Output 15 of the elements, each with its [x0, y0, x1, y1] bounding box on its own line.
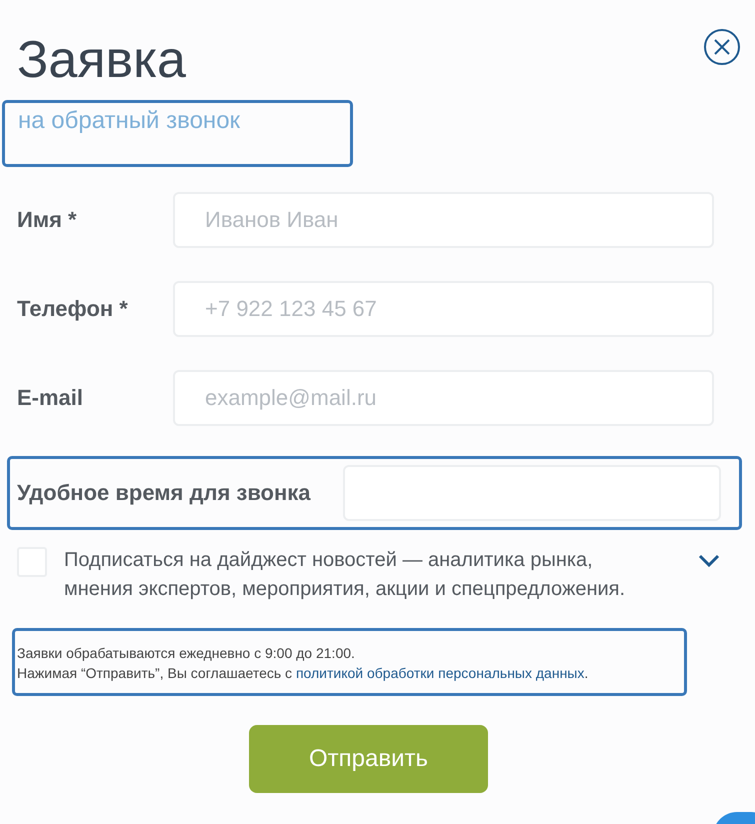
field-label: Телефон *	[17, 295, 129, 323]
privacy-policy-link[interactable]: политикой обработки персональных данных	[296, 665, 584, 681]
consent-text: Нажимая “Отправить”, Вы соглашаетесь с политикой обработки персональных данных.	[17, 664, 590, 683]
form-title: Заявка	[17, 30, 186, 91]
notice-text: Заявки обрабатываются ежедневно с 9:00 до 21:00.	[17, 644, 356, 663]
subscribe-text: Подписаться на дайджест новостей — аналитика рынка, мнения экспертов, мероприятия, акции и спецпредложения.	[64, 548, 626, 602]
close-icon[interactable]	[703, 28, 741, 66]
chevron-down-icon[interactable]	[698, 554, 720, 568]
form-subtitle: на обратный звонок	[18, 107, 240, 134]
field-label: E-mail	[17, 384, 84, 412]
input-field[interactable]: Иванов Иван	[173, 192, 714, 248]
input-field[interactable]: example@mail.ru	[173, 370, 714, 426]
field-label: Удобное время для звонка	[17, 479, 312, 507]
input-field[interactable]: +7 922 123 45 67	[173, 281, 714, 337]
field-label: Имя *	[17, 206, 78, 234]
